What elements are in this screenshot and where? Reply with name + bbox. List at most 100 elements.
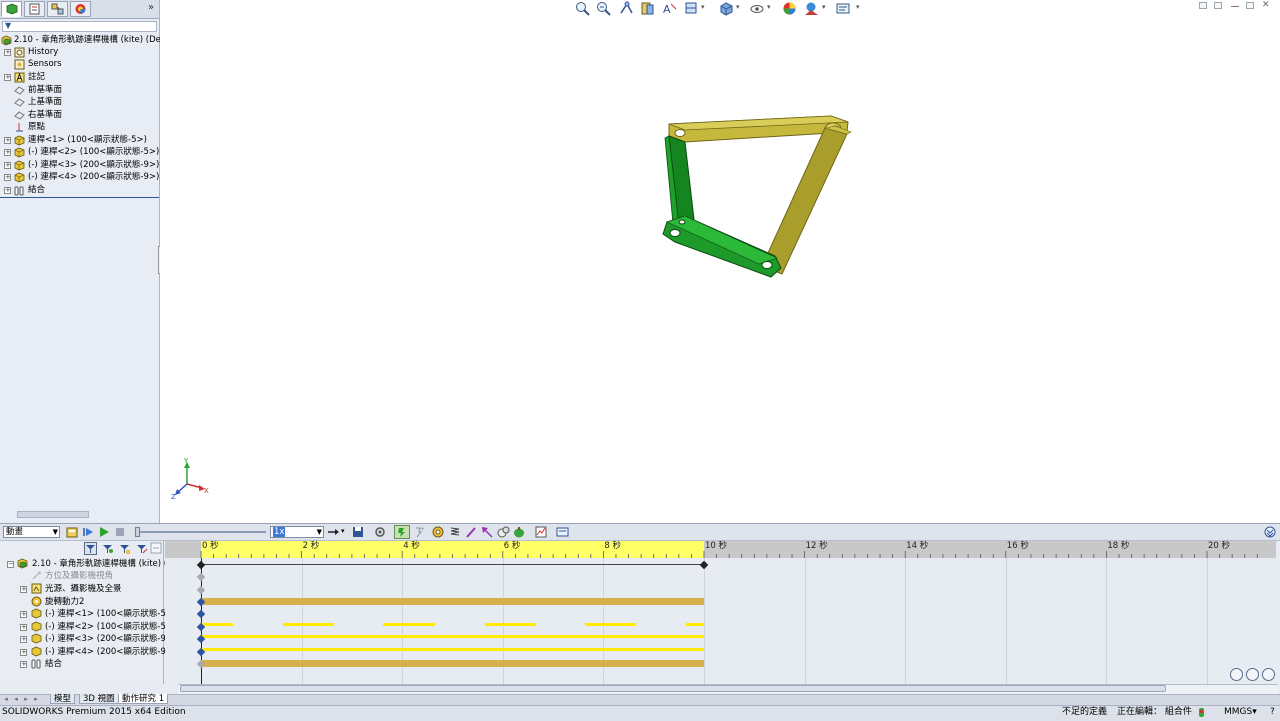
filter-animation-icon[interactable] — [84, 542, 97, 555]
animation-wizard-icon[interactable] — [374, 526, 387, 538]
expand-panel-chevron[interactable]: » — [148, 2, 154, 14]
tab-model[interactable]: 模型 — [50, 694, 76, 704]
expand-toggle[interactable]: + — [4, 174, 11, 181]
filter-driving-icon[interactable] — [101, 542, 114, 555]
link-2-timeline-segment[interactable] — [485, 623, 536, 626]
expand-toggle[interactable]: + — [20, 624, 27, 631]
collapse-motion-manager-icon[interactable] — [1264, 526, 1276, 538]
contact-icon[interactable] — [497, 526, 510, 538]
motor-icon[interactable] — [432, 526, 445, 538]
display-style-icon[interactable] — [719, 1, 734, 16]
motion-tree-motor[interactable]: 旋轉動力2 — [0, 596, 163, 608]
link-4-timeline-bar[interactable] — [201, 648, 704, 651]
display-style-dropdown[interactable]: ▾ — [736, 3, 740, 11]
motion-tree-lights[interactable]: + 光源、攝影機及全景 — [0, 583, 163, 595]
expand-toggle[interactable]: + — [20, 649, 27, 656]
tree-item-link-3[interactable]: + (-) 連桿<3> (200<顯示狀態-9>) — [0, 159, 159, 171]
tree-item-right-plane[interactable]: 右基準面 — [0, 109, 159, 121]
stop-icon[interactable] — [114, 526, 127, 538]
expand-toggle[interactable]: + — [4, 137, 11, 144]
zoom-out-timeline-button[interactable] — [1262, 668, 1275, 681]
view-orientation-dropdown[interactable]: ▾ — [701, 3, 705, 11]
calculate-icon[interactable] — [66, 526, 79, 538]
expand-toggle[interactable]: + — [20, 636, 27, 643]
link-bottom-green[interactable] — [662, 215, 782, 278]
link-right-olive[interactable] — [761, 125, 852, 275]
close-window-button[interactable]: ✕ — [1262, 0, 1270, 10]
previous-view-icon[interactable] — [619, 1, 634, 16]
section-view-icon[interactable] — [640, 1, 655, 16]
view-settings-dropdown[interactable]: ▾ — [856, 3, 860, 11]
tab-motion-study-1[interactable]: 動作研究 1 — [118, 694, 169, 704]
spring-icon[interactable] — [449, 526, 462, 538]
playback-slider-track[interactable] — [136, 531, 266, 533]
playback-mode-icon[interactable] — [327, 526, 340, 538]
expand-toggle[interactable]: + — [4, 187, 11, 194]
tree-item-link-2[interactable]: + (-) 連桿<2> (100<顯示狀態-5>) — [0, 146, 159, 158]
zoom-to-fit-icon[interactable] — [575, 1, 590, 16]
zoom-to-area-icon[interactable] — [596, 1, 611, 16]
motion-tree-link-1[interactable]: + (-) 連桿<1> (100<顯示狀態-5> — [0, 608, 173, 620]
tree-item-link-1[interactable]: + 連桿<1> (100<顯示狀態-5>) — [0, 134, 159, 146]
tree-item-top-plane[interactable]: 上基準面 — [0, 96, 159, 108]
tab-nav-next[interactable]: ▸ — [22, 695, 30, 703]
tree-item-sensors[interactable]: Sensors — [0, 58, 159, 70]
motion-study-properties-icon[interactable] — [556, 526, 569, 538]
playback-mode-dropdown[interactable]: ▾ — [341, 527, 345, 535]
motion-tree-assembly[interactable]: − 2.10 - 章角形軌跡連桿機構 (kite) (I — [0, 558, 170, 570]
link-3-timeline-bar[interactable] — [201, 635, 704, 638]
link-left-green[interactable] — [664, 135, 696, 229]
expand-toggle[interactable]: + — [20, 586, 27, 593]
minimize-window-button[interactable] — [1231, 6, 1239, 7]
feature-tree-scrollbar[interactable] — [17, 511, 89, 518]
motion-tree-link-2[interactable]: + (-) 連桿<2> (100<顯示狀態-5> — [0, 621, 173, 633]
tree-item-link-4[interactable]: + (-) 連桿<4> (200<顯示狀態-9>) — [0, 171, 159, 183]
featuremanager-tab[interactable] — [1, 1, 22, 17]
expand-toggle[interactable]: + — [20, 611, 27, 618]
tree-item-mates[interactable]: + 結合 — [0, 184, 159, 196]
cascade-window-button[interactable] — [1214, 2, 1222, 9]
apply-scene-dropdown[interactable]: ▾ — [822, 3, 826, 11]
feature-filter-input[interactable]: ▼ — [2, 21, 157, 32]
play-from-start-icon[interactable] — [82, 526, 95, 538]
restore-window-button[interactable] — [1246, 2, 1254, 9]
link-2-timeline-segment[interactable] — [383, 623, 435, 626]
motion-tree-orientation[interactable]: 方位及攝影機視角 — [0, 570, 163, 582]
study-type-select[interactable]: 動畫 ▼ — [3, 526, 60, 538]
apply-scene-icon[interactable] — [804, 1, 819, 16]
save-animation-icon[interactable] — [352, 526, 365, 538]
hide-show-dropdown[interactable]: ▾ — [767, 3, 771, 11]
dynamic-annotation-icon[interactable]: A — [662, 1, 677, 16]
playback-speed-select[interactable]: 1x ▼ — [270, 526, 324, 538]
rebuild-icon[interactable] — [1197, 707, 1206, 718]
tab-3d-views[interactable]: 3D 視圖 — [79, 694, 119, 704]
tree-item-annotations[interactable]: + 註記 — [0, 71, 159, 83]
hide-show-items-icon[interactable] — [750, 1, 765, 16]
tree-item-origin[interactable]: 原點 — [0, 121, 159, 133]
view-settings-icon[interactable] — [836, 1, 851, 16]
autokey-toggle[interactable] — [394, 525, 410, 539]
view-orientation-icon[interactable] — [684, 1, 699, 16]
filter-results-icon[interactable] — [135, 542, 148, 555]
gravity-icon[interactable] — [513, 526, 526, 538]
collapse-tree-icon[interactable] — [150, 542, 163, 555]
link-2-timeline-segment[interactable] — [201, 623, 233, 626]
expand-toggle[interactable]: + — [20, 661, 27, 668]
motion-tree-link-3[interactable]: + (-) 連桿<3> (200<顯示狀態-9> — [0, 633, 173, 645]
mates-timeline-bar[interactable] — [201, 660, 704, 667]
tab-nav-first[interactable]: ◂ — [2, 695, 10, 703]
filter-selected-icon[interactable] — [118, 542, 131, 555]
link-2-timeline-segment[interactable] — [283, 623, 334, 626]
results-and-plots-icon[interactable] — [535, 526, 548, 538]
propertymanager-tab[interactable] — [24, 1, 45, 17]
zoom-to-fit-timeline-button[interactable] — [1230, 668, 1243, 681]
motion-tree-mates[interactable]: + 結合 — [0, 658, 163, 670]
add-key-icon[interactable]: + — [412, 526, 425, 538]
expand-toggle[interactable]: + — [4, 74, 11, 81]
expand-toggle[interactable]: + — [4, 162, 11, 169]
displaymanager-tab[interactable] — [70, 1, 91, 17]
tab-nav-last[interactable]: ▸ — [32, 695, 40, 703]
timeline-scroll-thumb[interactable] — [180, 685, 1166, 692]
tile-window-button[interactable] — [1199, 2, 1207, 9]
force-icon[interactable] — [481, 526, 494, 538]
